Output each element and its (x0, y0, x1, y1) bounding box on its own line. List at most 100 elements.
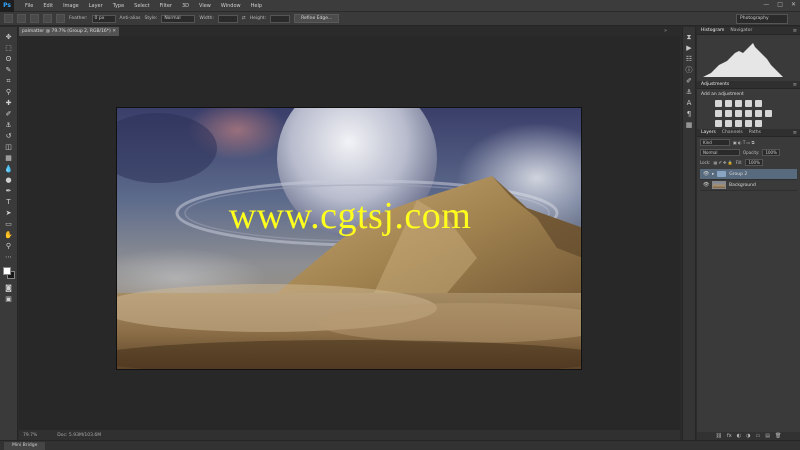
posterize-icon[interactable] (725, 120, 732, 127)
collapse-panels-icon[interactable]: » (664, 28, 667, 34)
paragraph-panel-icon[interactable]: ¶ (685, 110, 694, 118)
move-tool-icon[interactable]: ✥ (4, 33, 14, 42)
subtract-selection-icon[interactable] (43, 14, 52, 23)
add-mask-icon[interactable]: ◐ (737, 433, 741, 439)
properties-panel-icon[interactable]: ☷ (685, 55, 694, 63)
visibility-eye-icon[interactable]: 👁 (703, 182, 709, 188)
document-tab[interactable]: palmatter @ 79.7% (Group 2, RGB/16*) ✕ (19, 27, 119, 36)
vibrance-icon[interactable] (755, 100, 762, 107)
brush-panel-icon[interactable]: ✐ (685, 77, 694, 85)
menu-filter[interactable]: Filter (155, 0, 177, 12)
color-balance-icon[interactable] (725, 110, 732, 117)
intersect-selection-icon[interactable] (56, 14, 65, 23)
marquee-tool-preset-icon[interactable] (4, 14, 13, 23)
info-panel-icon[interactable]: ⓘ (685, 66, 694, 74)
new-layer-icon[interactable]: ▤ (765, 433, 770, 439)
gradient-tool-icon[interactable]: ▦ (4, 154, 14, 163)
quick-select-tool-icon[interactable]: ✎ (4, 66, 14, 75)
style-select[interactable]: Normal (161, 14, 196, 23)
visibility-eye-icon[interactable]: 👁 (703, 171, 709, 177)
shape-tool-icon[interactable]: ▭ (4, 220, 14, 229)
menu-help[interactable]: Help (246, 0, 267, 12)
adjustment-layer-icon[interactable]: ◑ (746, 433, 750, 439)
layer-row[interactable]: 👁 ▸ Group 2 (700, 169, 797, 180)
dodge-tool-icon[interactable]: ● (4, 176, 14, 185)
minimize-button[interactable]: — (763, 1, 769, 8)
levels-icon[interactable] (725, 100, 732, 107)
new-group-icon[interactable]: ▭ (756, 433, 761, 439)
eraser-tool-icon[interactable]: ◫ (4, 143, 14, 152)
character-panel-icon[interactable]: A (685, 99, 694, 107)
menu-image[interactable]: Image (58, 0, 84, 12)
gradient-map-icon[interactable] (745, 120, 752, 127)
exposure-icon[interactable] (745, 100, 752, 107)
fill-input[interactable]: 100% (745, 159, 764, 166)
menu-file[interactable]: File (20, 0, 38, 12)
new-selection-icon[interactable] (17, 14, 26, 23)
actions-panel-icon[interactable]: ▶ (685, 44, 694, 52)
tab-histogram[interactable]: Histogram (701, 28, 724, 33)
channel-mixer-icon[interactable] (755, 110, 762, 117)
hue-saturation-icon[interactable] (715, 110, 722, 117)
type-tool-icon[interactable]: T (4, 198, 14, 207)
foreground-color-swatch[interactable] (2, 267, 11, 275)
color-lookup-icon[interactable] (765, 110, 772, 117)
zoom-level[interactable]: 79.7% (23, 433, 37, 438)
menu-window[interactable]: Window (216, 0, 246, 12)
close-button[interactable]: ✕ (791, 1, 796, 8)
adjustments-menu-icon[interactable]: ≡ (793, 81, 797, 89)
refine-edge-button[interactable]: Refine Edge... (294, 14, 340, 23)
canvas-area[interactable]: www.cgtsj.com (19, 36, 680, 440)
curves-icon[interactable] (735, 100, 742, 107)
lasso-tool-icon[interactable]: ʘ (4, 55, 14, 64)
pen-tool-icon[interactable]: ✒ (4, 187, 14, 196)
brush-tool-icon[interactable]: ✐ (4, 110, 14, 119)
crop-tool-icon[interactable]: ⌗ (4, 77, 14, 86)
brightness-contrast-icon[interactable] (715, 100, 722, 107)
document-canvas[interactable]: www.cgtsj.com (116, 107, 582, 370)
mini-bridge-tab[interactable]: Mini Bridge (4, 442, 46, 450)
delete-layer-icon[interactable]: 🗑 (775, 433, 781, 439)
healing-brush-tool-icon[interactable]: ✚ (4, 99, 14, 108)
maximize-button[interactable]: □ (777, 1, 783, 8)
panel-menu-icon[interactable]: ≡ (793, 27, 797, 35)
threshold-icon[interactable] (735, 120, 742, 127)
path-select-tool-icon[interactable]: ➤ (4, 209, 14, 218)
swatches-panel-icon[interactable]: ▦ (685, 121, 694, 129)
menu-layer[interactable]: Layer (84, 0, 108, 12)
antialias-checkbox[interactable]: Anti-alias (120, 16, 141, 21)
eyedropper-tool-icon[interactable]: ⚲ (4, 88, 14, 97)
layer-row[interactable]: 👁 Background (700, 180, 797, 191)
blend-mode-select[interactable]: Normal (700, 149, 740, 156)
color-swatches[interactable] (2, 267, 15, 279)
feather-input[interactable]: 0 px (91, 14, 116, 23)
photo-filter-icon[interactable] (745, 110, 752, 117)
menu-select[interactable]: Select (129, 0, 154, 12)
blur-tool-icon[interactable]: 💧 (4, 165, 14, 174)
black-white-icon[interactable] (735, 110, 742, 117)
link-layers-icon[interactable]: ⛓ (716, 433, 722, 439)
workspace-select[interactable]: Photography (736, 14, 788, 24)
tab-channels[interactable]: Channels (722, 130, 743, 135)
menu-3d[interactable]: 3D (177, 0, 194, 12)
tab-adjustments[interactable]: Adjustments (701, 82, 729, 87)
history-panel-icon[interactable]: ⧗ (685, 33, 694, 41)
hand-tool-icon[interactable]: ✋ (4, 231, 14, 240)
clone-source-panel-icon[interactable]: ⚓ (685, 88, 694, 96)
screen-mode-icon[interactable]: ▣ (4, 295, 14, 304)
menu-edit[interactable]: Edit (38, 0, 58, 12)
lock-icons[interactable]: ▦ ✐ ✥ 🔒 (713, 160, 732, 165)
tab-navigator[interactable]: Navigator (730, 28, 752, 33)
more-tools-icon[interactable]: ⋯ (4, 253, 14, 262)
opacity-input[interactable]: 100% (762, 149, 781, 156)
tab-paths[interactable]: Paths (749, 130, 761, 135)
doc-info[interactable]: Doc: 5.93M/103.6M (57, 433, 101, 438)
document-close-icon[interactable]: ✕ (112, 27, 116, 36)
clone-stamp-tool-icon[interactable]: ⚓ (4, 121, 14, 130)
marquee-tool-icon[interactable]: ⬚ (4, 44, 14, 53)
menu-type[interactable]: Type (108, 0, 129, 12)
add-selection-icon[interactable] (30, 14, 39, 23)
filter-icons[interactable]: ▣ ◐ T ▭ ⧉ (733, 140, 754, 145)
fx-icon[interactable]: fx (727, 433, 732, 439)
zoom-tool-icon[interactable]: ⚲ (4, 242, 14, 251)
